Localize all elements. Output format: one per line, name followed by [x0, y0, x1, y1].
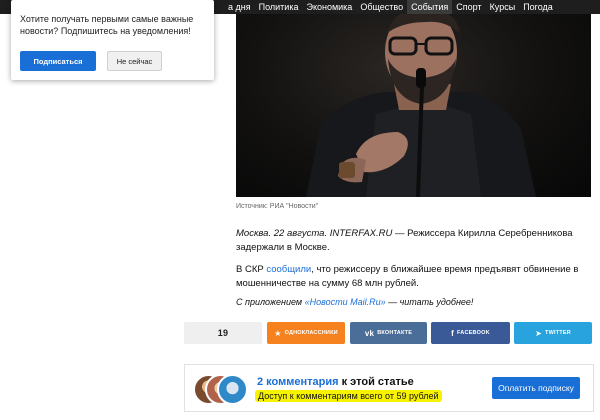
comments-count-link[interactable]: 2 комментария [257, 376, 339, 388]
nav-item-events[interactable]: События [407, 0, 453, 14]
article-paragraph-start: В СКР [236, 264, 267, 275]
vkontakte-icon: vk [364, 328, 375, 338]
app-promo-link[interactable]: «Новости Mail.Ru» [305, 297, 386, 307]
share-facebook-label: FACEBOOK [457, 330, 490, 336]
app-promo: С приложением «Новости Mail.Ru» — читать… [236, 296, 596, 308]
share-odnoklassniki-label: ОДНОКЛАССНИКИ [284, 330, 338, 336]
comments-access-note: Доступ к комментариям всего от 59 рублей [255, 390, 442, 402]
photo-illustration [306, 14, 536, 197]
share-count-value: 19 [217, 328, 229, 338]
app-promo-end: — читать удобнее! [385, 297, 474, 307]
nav-item-economy[interactable]: Экономика [302, 0, 356, 14]
article-agency: INTERFAX.RU [329, 228, 393, 239]
share-twitter-label: TWITTER [545, 330, 571, 336]
notification-popup: Хотите получать первыми самые важные нов… [11, 0, 214, 80]
avatar [217, 374, 248, 405]
article-photo [236, 14, 591, 197]
nav-item-politics[interactable]: Политика [255, 0, 303, 14]
share-vkontakte-button[interactable]: vk ВКОНТАКТЕ [350, 322, 427, 344]
nav-item-rates[interactable]: Курсы [486, 0, 520, 14]
comments-title: 2 комментария к этой статье [257, 376, 414, 388]
share-vkontakte-label: ВКОНТАКТЕ [377, 330, 413, 336]
nav-item-day[interactable]: а дня [224, 0, 255, 14]
comments-title-rest: к этой статье [338, 376, 414, 388]
pay-subscription-button[interactable]: Оплатить подписку [492, 377, 580, 399]
comments-block: 2 комментария к этой статье Доступ к ком… [184, 364, 594, 412]
subscribe-button[interactable]: Подписаться [20, 51, 96, 71]
notification-message: Хотите получать первыми самые важные нов… [20, 14, 194, 36]
not-now-button[interactable]: Не сейчас [107, 51, 162, 71]
top-nav-items: а дня Политика Экономика Общество Событи… [224, 0, 557, 14]
article-dateline: Москва. 22 августа. [236, 228, 328, 239]
share-twitter-button[interactable]: ➤ TWITTER [514, 322, 592, 344]
commenter-avatars [193, 373, 248, 405]
article-lead: Москва. 22 августа. INTERFAX.RU — Режисс… [236, 227, 596, 255]
facebook-icon: f [451, 328, 455, 338]
nav-item-society[interactable]: Общество [356, 0, 407, 14]
twitter-icon: ➤ [535, 328, 543, 338]
app-promo-start: С приложением [236, 297, 305, 307]
photo-caption: Источник: РИА "Новости" [236, 203, 319, 210]
nav-item-sport[interactable]: Спорт [452, 0, 485, 14]
share-odnoklassniki-button[interactable]: ★ ОДНОКЛАССНИКИ [267, 322, 345, 344]
article-link-reported[interactable]: сообщили [266, 264, 311, 275]
nav-item-weather[interactable]: Погода [519, 0, 557, 14]
article-paragraph: В СКР сообщили, что режиссеру в ближайше… [236, 263, 596, 291]
share-count: 19 [184, 322, 262, 344]
odnoklassniki-icon: ★ [274, 328, 282, 338]
share-facebook-button[interactable]: f FACEBOOK [431, 322, 510, 344]
